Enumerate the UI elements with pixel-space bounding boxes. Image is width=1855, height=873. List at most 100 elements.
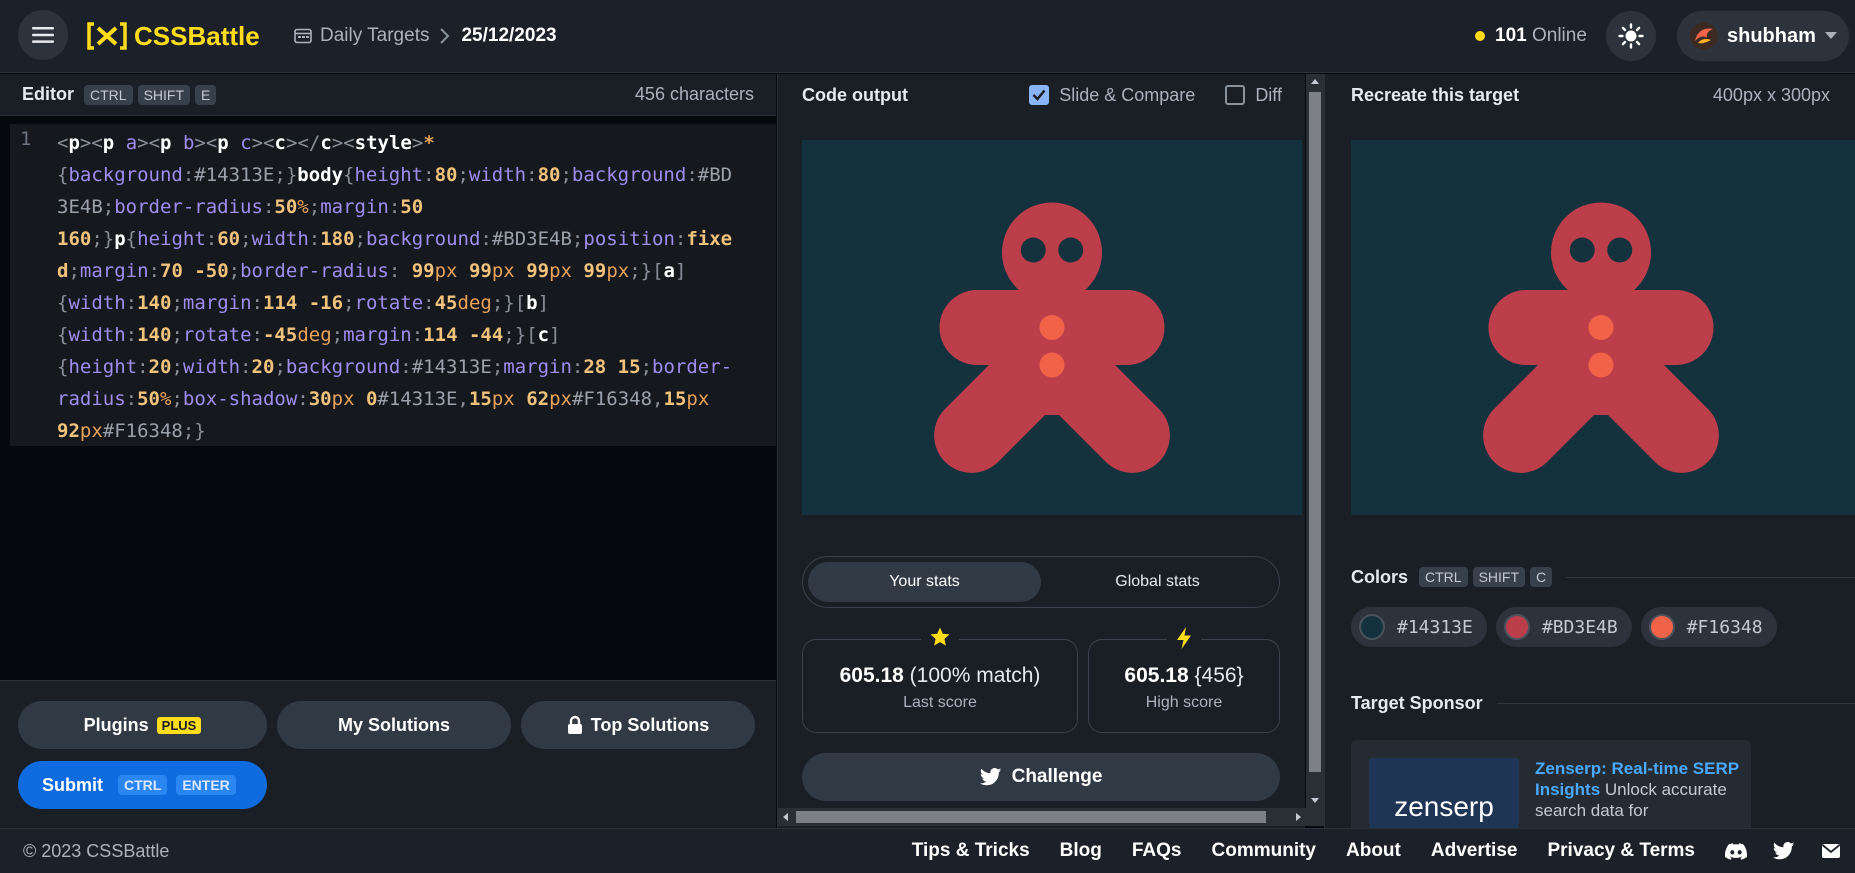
avatar [1690,22,1718,50]
cssbattle-logo-icon [87,22,127,50]
my-solutions-label: My Solutions [338,714,450,735]
gingerbread-target-image [1351,140,1855,515]
scroll-right-icon [1296,813,1301,821]
sponsor-title: Target Sponsor [1351,692,1483,713]
output-options: Slide & Compare Diff [1029,85,1282,106]
color-swatch [1648,614,1675,640]
footer-link-tips[interactable]: Tips & Tricks [912,840,1030,862]
menu-button[interactable] [18,10,68,60]
footer-link-community[interactable]: Community [1212,840,1317,862]
colors-header: Colors CTRL SHIFT C [1351,562,1855,592]
online-dot-icon [1475,31,1485,41]
editor-shortcut-key: SHIFT [137,84,191,105]
color-hex: #F16348 [1686,616,1763,638]
twitter-icon[interactable] [1773,842,1795,860]
gingerbread-output-image [802,140,1302,515]
color-hex: #14313E [1397,616,1473,638]
diff-checkbox[interactable] [1225,85,1246,105]
vertical-scroll-thumb[interactable] [1309,92,1321,772]
vertical-scrollbar[interactable] [1306,74,1324,808]
submit-label: Submit [42,774,103,795]
colors-shortcut-key: SHIFT [1472,567,1526,587]
checkmark-icon [1032,89,1046,101]
editor-title: Editor [22,84,74,104]
submit-shortcut-key: CTRL [118,775,168,795]
footer-link-advertise[interactable]: Advertise [1431,840,1518,862]
top-bar: CSSBattle Daily Targets 25/12/2023 101 O… [0,0,1855,73]
footer-social-icons [1725,842,1841,860]
color-chip[interactable]: #BD3E4B [1495,607,1632,647]
footer-link-about[interactable]: About [1346,840,1401,862]
last-score-card: 605.18 (100% match) Last score [802,626,1078,733]
breadcrumb-daily-targets[interactable]: Daily Targets [294,25,429,47]
color-chip[interactable]: #F16348 [1640,607,1777,647]
high-score-label: High score [1145,694,1223,711]
editor-shortcut-key: CTRL [84,84,133,105]
twitter-icon [979,768,1001,786]
footer-link-blog[interactable]: Blog [1060,840,1102,862]
output-header: Code output Slide & Compare Diff [778,74,1306,116]
output-preview[interactable] [802,140,1302,515]
copyright: © 2023 CSSBattle [23,840,170,861]
colors-shortcut-key: CTRL [1419,567,1468,587]
plugins-button[interactable]: Plugins PLUS [18,701,267,749]
online-label: Online [1531,25,1587,46]
username: shubham [1727,24,1816,47]
code-output-panel: Code output Slide & Compare Diff Your st… [777,74,1324,828]
code-content[interactable]: <p><p a><p b><p c><c></c><style>* {backg… [57,127,777,447]
tab-your-stats[interactable]: Your stats [808,562,1041,602]
chevron-right-icon [440,28,450,44]
target-panel: Recreate this target 400px x 300px Color… [1324,74,1855,828]
top-solutions-label: Top Solutions [590,714,710,735]
challenge-button[interactable]: Challenge [802,753,1280,801]
diff-label: Diff [1255,84,1282,105]
colors-shortcut-key: C [1530,567,1553,587]
line-number: 1 [20,128,32,150]
mail-icon[interactable] [1821,843,1841,859]
sponsor-text: Zenserp: Real-time SERP Insights Unlock … [1535,758,1745,821]
last-score-value: 605.18 [839,664,904,687]
high-score-chars: {456} [1194,664,1244,687]
plugins-label: Plugins [83,714,149,735]
stats-tabs: Your stats Global stats [802,556,1280,608]
sponsor-card[interactable]: zenserp Zenserp: Real-time SERP Insights… [1351,740,1751,828]
sponsor-logo: zenserp [1369,758,1519,828]
online-count: 101 [1495,25,1527,46]
theme-toggle-button[interactable] [1606,11,1656,61]
scroll-down-icon [1311,798,1319,803]
tab-global-stats[interactable]: Global stats [1041,562,1274,602]
user-menu-button[interactable]: shubham [1677,11,1849,61]
footer: © 2023 CSSBattle Tips & Tricks Blog FAQs… [0,828,1855,873]
top-solutions-button[interactable]: Top Solutions [521,701,755,749]
star-icon [921,626,959,653]
target-dimensions: 400px x 300px [1712,84,1830,105]
scroll-up-icon [1311,79,1319,84]
target-title: Recreate this target [1351,84,1520,105]
breadcrumb: Daily Targets 25/12/2023 [294,22,557,50]
footer-link-privacy[interactable]: Privacy & Terms [1547,840,1695,862]
breadcrumb-current: 25/12/2023 [461,25,557,46]
slide-compare-checkbox[interactable] [1029,85,1050,105]
colors-title: Colors [1351,566,1409,587]
discord-icon[interactable] [1725,842,1747,860]
divider [1496,702,1855,704]
submit-shortcut-key: ENTER [176,775,236,795]
target-header: Recreate this target 400px x 300px [1325,74,1855,116]
target-preview [1351,140,1855,515]
footer-link-faqs[interactable]: FAQs [1132,840,1182,862]
submit-button[interactable]: Submit CTRL ENTER [18,761,267,809]
logo[interactable]: CSSBattle [86,18,260,54]
color-chip[interactable]: #14313E [1351,607,1487,647]
code-editor[interactable]: 1 <p><p a><p b><p c><c></c><style>* {bac… [10,124,776,446]
color-hex: #BD3E4B [1541,616,1618,638]
challenge-label: Challenge [1011,766,1103,787]
editor-header: Editor CTRL SHIFT E 456 characters [0,74,776,116]
lock-icon [567,715,582,734]
footer-links: Tips & Tricks Blog FAQs Community About … [912,840,1841,862]
sponsor-header: Target Sponsor [1351,688,1855,718]
high-score-card: 605.18 {456} High score [1088,626,1280,733]
horizontal-scrollbar[interactable] [778,808,1324,826]
last-score-match: (100% match) [909,664,1041,687]
my-solutions-button[interactable]: My Solutions [277,701,511,749]
horizontal-scroll-thumb[interactable] [796,811,1266,823]
